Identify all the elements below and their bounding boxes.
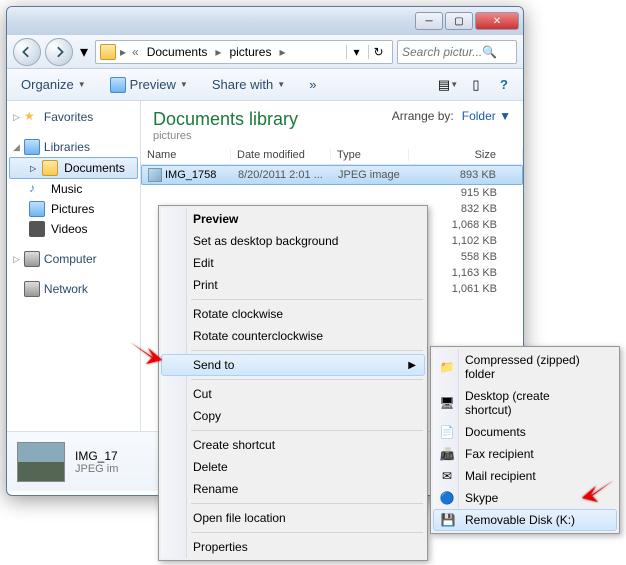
sendto-item-documents[interactable]: 📄Documents — [433, 421, 617, 443]
ctx-item-set-as-desktop-background[interactable]: Set as desktop background — [161, 230, 425, 252]
ctx-item-delete[interactable]: Delete — [161, 456, 425, 478]
sidebar-network[interactable]: ▷Network — [7, 279, 140, 299]
thumbnail — [17, 442, 65, 482]
chevron-down-icon: ▼ — [277, 80, 285, 89]
close-button[interactable]: ✕ — [475, 12, 519, 30]
refresh-icon[interactable]: ↻ — [368, 45, 388, 59]
toolbar: Organize ▼ Preview ▼ Share with ▼ » ▤▼ ▯… — [7, 69, 523, 101]
ctx-item-open-file-location[interactable]: Open file location — [161, 507, 425, 529]
navigation-bar: ▾ ▸ « Documents ▸ pictures ▸ ▾ ↻ 🔍 — [7, 35, 523, 69]
ctx-item-rotate-counterclockwise[interactable]: Rotate counterclockwise — [161, 325, 425, 347]
star-icon: ★ — [24, 109, 40, 125]
ctx-item-rotate-clockwise[interactable]: Rotate clockwise — [161, 303, 425, 325]
preview-button[interactable]: Preview ▼ — [104, 74, 194, 96]
videos-icon — [29, 221, 45, 237]
arrange-value[interactable]: Folder ▼ — [462, 109, 511, 123]
maximize-button[interactable]: ▢ — [445, 12, 473, 30]
bc-dropdown-icon[interactable]: ▾ — [346, 45, 366, 59]
col-date[interactable]: Date modified — [231, 149, 331, 161]
sendto-item-removable-disk-k-[interactable]: 💾Removable Disk (K:) — [433, 509, 617, 531]
bc-arrow-icon[interactable]: « — [130, 45, 141, 59]
sidebar-item-pictures[interactable]: Pictures — [7, 199, 140, 219]
docs-icon: 📄 — [439, 424, 455, 440]
preview-pane-button[interactable]: ▯ — [465, 74, 487, 96]
library-icon — [24, 139, 40, 155]
organize-button[interactable]: Organize ▼ — [15, 74, 92, 95]
ctx-item-copy[interactable]: Copy — [161, 405, 425, 427]
zip-icon: 📁 — [439, 359, 455, 375]
bc-arrow-icon[interactable]: ▸ — [118, 45, 128, 59]
help-button[interactable]: ? — [493, 74, 515, 96]
ctx-item-create-shortcut[interactable]: Create shortcut — [161, 434, 425, 456]
view-button[interactable]: ▤▼ — [437, 74, 459, 96]
forward-button[interactable] — [45, 38, 73, 66]
sidebar-libraries[interactable]: ◢Libraries — [7, 137, 140, 157]
folder-icon — [42, 160, 58, 176]
sendto-item-skype[interactable]: 🔵Skype — [433, 487, 617, 509]
ctx-item-edit[interactable]: Edit — [161, 252, 425, 274]
sendto-item-compressed-zipped-folder[interactable]: 📁Compressed (zipped) folder — [433, 349, 617, 385]
col-size[interactable]: Size — [409, 149, 523, 161]
search-input[interactable] — [402, 45, 482, 59]
drive-icon: 💾 — [440, 512, 456, 528]
sidebar-item-music[interactable]: ♪Music — [7, 179, 140, 199]
library-title: Documents library — [153, 109, 298, 130]
bc-arrow-icon[interactable]: ▸ — [213, 45, 223, 59]
sendto-item-desktop-create-shortcut-[interactable]: 🖥Desktop (create shortcut) — [433, 385, 617, 421]
col-name[interactable]: Name — [141, 149, 231, 161]
music-icon: ♪ — [29, 181, 45, 197]
search-icon: 🔍 — [482, 45, 497, 59]
bc-documents[interactable]: Documents — [143, 45, 212, 59]
col-type[interactable]: Type — [331, 149, 409, 161]
ctx-item-preview[interactable]: Preview — [161, 208, 425, 230]
sidebar-computer[interactable]: ▷Computer — [7, 249, 140, 269]
ctx-item-rename[interactable]: Rename — [161, 478, 425, 500]
ctx-item-properties[interactable]: Properties — [161, 536, 425, 558]
sidebar-favorites[interactable]: ▷★Favorites — [7, 107, 140, 127]
fax-icon: 📠 — [439, 446, 455, 462]
file-row[interactable]: 915 KB — [141, 185, 523, 201]
chevron-down-icon: ▼ — [180, 80, 188, 89]
sidebar-item-documents[interactable]: ▷Documents — [9, 157, 138, 179]
context-menu: PreviewSet as desktop backgroundEditPrin… — [158, 205, 428, 561]
send-to-submenu: 📁Compressed (zipped) folder🖥Desktop (cre… — [430, 346, 620, 534]
bc-arrow-icon[interactable]: ▸ — [277, 45, 287, 59]
library-subtitle: pictures — [153, 130, 298, 142]
detail-filename: IMG_17 — [75, 449, 118, 463]
titlebar: ─ ▢ ✕ — [7, 7, 523, 35]
pictures-icon — [29, 201, 45, 217]
sendto-item-fax-recipient[interactable]: 📠Fax recipient — [433, 443, 617, 465]
search-box[interactable]: 🔍 — [397, 40, 517, 64]
more-button[interactable]: » — [303, 74, 322, 95]
sendto-item-mail-recipient[interactable]: ✉Mail recipient — [433, 465, 617, 487]
mail-icon: ✉ — [439, 468, 455, 484]
breadcrumb[interactable]: ▸ « Documents ▸ pictures ▸ ▾ ↻ — [95, 40, 393, 64]
sidebar: ▷★Favorites ◢Libraries ▷Documents ♪Music… — [7, 101, 141, 431]
image-file-icon — [148, 168, 162, 182]
ctx-item-cut[interactable]: Cut — [161, 383, 425, 405]
sidebar-item-videos[interactable]: Videos — [7, 219, 140, 239]
history-dropdown-icon[interactable]: ▾ — [77, 42, 91, 62]
ctx-item-send-to[interactable]: Send to▶ — [161, 354, 425, 376]
folder-icon — [100, 44, 116, 60]
column-headers: Name Date modified Type Size — [141, 146, 523, 165]
chevron-down-icon: ▼ — [78, 80, 86, 89]
submenu-arrow-icon: ▶ — [408, 360, 416, 371]
detail-filetype: JPEG im — [75, 463, 118, 475]
back-button[interactable] — [13, 38, 41, 66]
computer-icon — [24, 251, 40, 267]
skype-icon: 🔵 — [439, 490, 455, 506]
desktop-icon: 🖥 — [439, 395, 455, 411]
share-button[interactable]: Share with ▼ — [206, 74, 291, 95]
arrange-label: Arrange by: — [392, 109, 454, 123]
preview-icon — [110, 77, 126, 93]
bc-pictures[interactable]: pictures — [225, 45, 275, 59]
network-icon — [24, 281, 40, 297]
ctx-item-print[interactable]: Print — [161, 274, 425, 296]
file-row[interactable]: IMG_1758 8/20/2011 2:01 ... JPEG image 8… — [141, 165, 523, 185]
minimize-button[interactable]: ─ — [415, 12, 443, 30]
